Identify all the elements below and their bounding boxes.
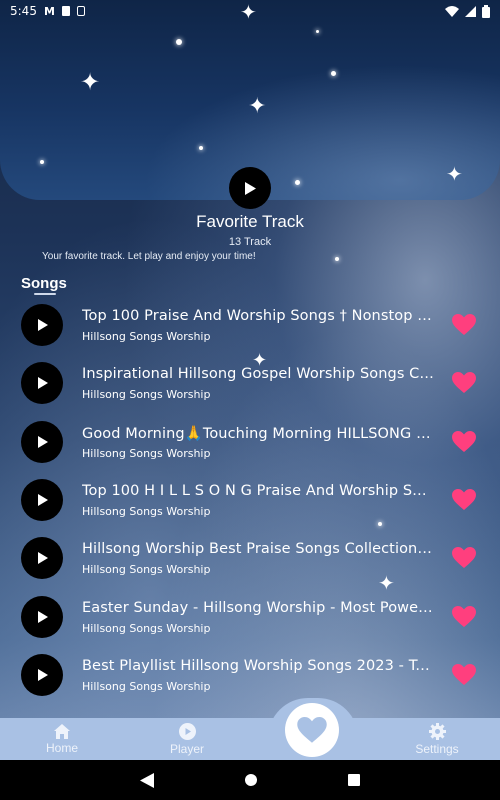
- song-title: Best Playllist Hillsong Worship Songs 20…: [82, 658, 434, 674]
- song-play-button[interactable]: [21, 362, 63, 404]
- song-artist: Hillsong Songs Worship: [82, 563, 211, 576]
- sd-card-icon: [61, 6, 70, 16]
- recents-square-icon[interactable]: [348, 774, 360, 786]
- app-notification-icon: [76, 6, 85, 16]
- star-decoration: ✦: [446, 162, 463, 186]
- song-title: Hillsong Worship Best Praise Songs Colle…: [82, 541, 434, 557]
- play-icon: [37, 611, 48, 623]
- star-decoration: [331, 71, 336, 76]
- song-play-button[interactable]: [21, 421, 63, 463]
- back-icon[interactable]: [140, 772, 154, 788]
- star-decoration: [40, 160, 44, 164]
- play-icon: [37, 552, 48, 564]
- nav-settings[interactable]: Settings: [392, 718, 482, 760]
- song-play-button[interactable]: [21, 654, 63, 696]
- song-title: Top 100 H I L L S O N G Praise And Worsh…: [82, 483, 434, 499]
- song-title: Good Morning🙏Touching Morning HILLSONG W…: [82, 426, 434, 442]
- heart-icon[interactable]: [452, 489, 476, 511]
- song-row[interactable]: Hillsong Worship Best Praise Songs Colle…: [0, 537, 500, 581]
- song-artist: Hillsong Songs Worship: [82, 680, 211, 693]
- status-time: 5:45: [10, 4, 37, 18]
- heart-icon[interactable]: [452, 547, 476, 569]
- nav-player[interactable]: Player: [142, 718, 232, 760]
- song-row[interactable]: Best Playllist Hillsong Worship Songs 20…: [0, 654, 500, 698]
- favorite-track-count: 13 Track: [228, 236, 272, 248]
- song-title: Inspirational Hillsong Gospel Worship So…: [82, 366, 434, 382]
- favorites-fab[interactable]: [285, 703, 339, 757]
- song-play-button[interactable]: [21, 304, 63, 346]
- nav-home-label: Home: [45, 740, 78, 755]
- song-play-button[interactable]: [21, 596, 63, 638]
- song-title: Easter Sunday - Hillsong Worship - Most …: [82, 600, 434, 616]
- home-icon: [54, 723, 70, 739]
- song-row[interactable]: Inspirational Hillsong Gospel Worship So…: [0, 362, 500, 406]
- song-row[interactable]: Easter Sunday - Hillsong Worship - Most …: [0, 596, 500, 640]
- favorite-description: Your favorite track. Let play and enjoy …: [42, 251, 256, 262]
- play-icon: [245, 181, 256, 195]
- star-decoration: [316, 30, 319, 33]
- song-play-button[interactable]: [21, 537, 63, 579]
- star-decoration: [199, 146, 203, 150]
- signal-icon: [465, 5, 476, 17]
- star-decoration: [176, 39, 182, 45]
- favorite-title: Favorite Track: [196, 212, 304, 231]
- play-icon: [37, 377, 48, 389]
- songs-heading: Songs: [21, 275, 67, 292]
- song-artist: Hillsong Songs Worship: [82, 505, 211, 518]
- song-artist: Hillsong Songs Worship: [82, 447, 211, 460]
- song-row[interactable]: Top 100 H I L L S O N G Praise And Worsh…: [0, 479, 500, 523]
- play-icon: [37, 319, 48, 331]
- home-circle-icon[interactable]: [244, 773, 258, 787]
- songs-heading-underline: [34, 293, 56, 295]
- nav-player-label: Player: [169, 741, 204, 756]
- song-artist: Hillsong Songs Worship: [82, 330, 211, 343]
- gmail-icon: M: [43, 4, 55, 18]
- song-artist: Hillsong Songs Worship: [82, 622, 211, 635]
- heart-icon[interactable]: [452, 664, 476, 686]
- heart-icon[interactable]: [452, 431, 476, 453]
- heart-icon: [297, 716, 327, 743]
- song-row[interactable]: Good Morning🙏Touching Morning HILLSONG W…: [0, 421, 500, 465]
- status-bar: 5:45 M: [0, 0, 500, 22]
- nav-home[interactable]: Home: [17, 718, 107, 760]
- heart-icon[interactable]: [452, 372, 476, 394]
- star-decoration: ✦: [248, 94, 267, 119]
- star-decoration: [335, 257, 339, 261]
- star-decoration: ✦: [80, 68, 101, 96]
- wifi-icon: [445, 5, 459, 17]
- gear-icon: [428, 722, 446, 740]
- play-icon: [37, 494, 48, 506]
- play-icon: [37, 436, 48, 448]
- favorite-play-button[interactable]: [229, 167, 271, 209]
- battery-icon: [482, 4, 490, 18]
- heart-icon[interactable]: [452, 606, 476, 628]
- song-title: Top 100 Praise And Worship Songs † Nonst…: [82, 308, 434, 324]
- play-icon: [37, 669, 48, 681]
- system-navigation-bar: [0, 760, 500, 800]
- play-circle-icon: [178, 722, 196, 740]
- nav-settings-label: Settings: [415, 741, 459, 756]
- heart-icon[interactable]: [452, 314, 476, 336]
- song-artist: Hillsong Songs Worship: [82, 388, 211, 401]
- star-decoration: [295, 180, 300, 185]
- song-row[interactable]: Top 100 Praise And Worship Songs † Nonst…: [0, 304, 500, 348]
- song-play-button[interactable]: [21, 479, 63, 521]
